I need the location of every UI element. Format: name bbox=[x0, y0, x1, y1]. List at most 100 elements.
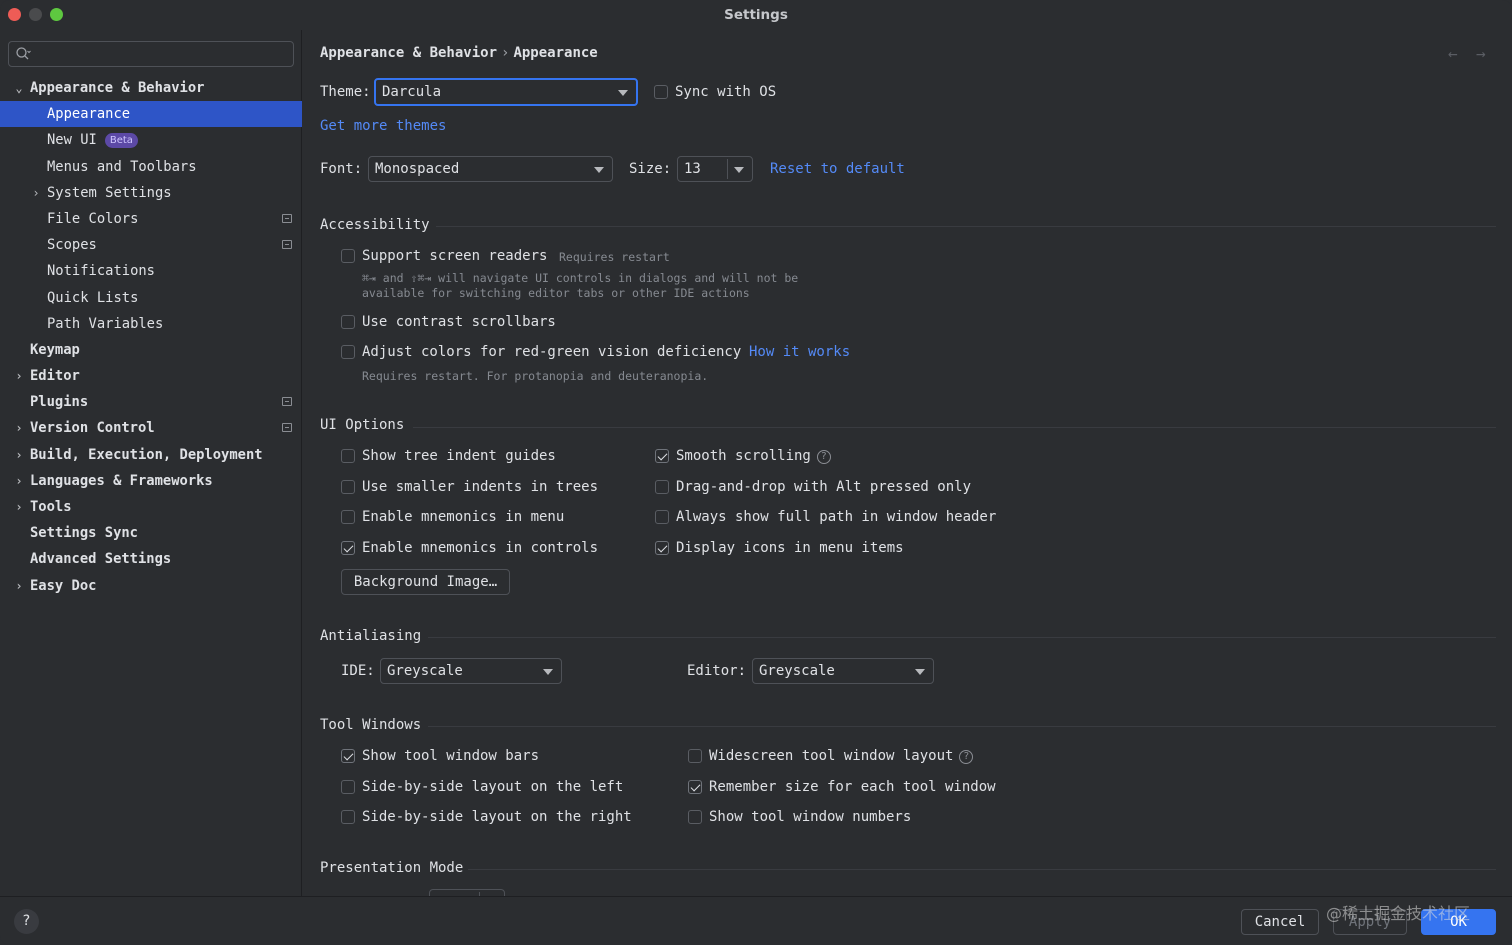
tree-indent-guides-checkbox[interactable] bbox=[341, 449, 355, 463]
background-image-button[interactable]: Background Image… bbox=[341, 569, 510, 595]
smooth-scrolling-checkbox[interactable] bbox=[655, 449, 669, 463]
search-input[interactable] bbox=[8, 41, 294, 67]
cancel-button[interactable]: Cancel bbox=[1241, 909, 1319, 935]
sidebar-item-scopes[interactable]: Scopes bbox=[0, 232, 302, 258]
sidebar-item-tools[interactable]: › Tools bbox=[0, 494, 302, 520]
contrast-scrollbars-label[interactable]: Use contrast scrollbars bbox=[362, 314, 556, 330]
tool-window-numbers-checkbox[interactable] bbox=[688, 810, 702, 824]
chevron-right-icon[interactable]: › bbox=[13, 468, 25, 494]
smaller-indents-checkbox[interactable] bbox=[341, 480, 355, 494]
drag-drop-alt-checkbox[interactable] bbox=[655, 480, 669, 494]
smaller-indents-label[interactable]: Use smaller indents in trees bbox=[362, 479, 598, 495]
screen-readers-checkbox[interactable] bbox=[341, 249, 355, 263]
sidebar-item-languages-frameworks[interactable]: › Languages & Frameworks bbox=[0, 468, 302, 494]
mnemonics-controls-label[interactable]: Enable mnemonics in controls bbox=[362, 540, 598, 556]
font-size-value[interactable]: 13 bbox=[684, 161, 701, 177]
project-level-icon bbox=[282, 240, 292, 250]
chevron-right-icon[interactable]: › bbox=[30, 180, 42, 206]
sidebar-item-editor[interactable]: › Editor bbox=[0, 363, 302, 389]
sidebar-item-advanced-settings[interactable]: Advanced Settings bbox=[0, 546, 302, 572]
project-level-icon bbox=[282, 423, 292, 433]
side-by-side-right-label[interactable]: Side-by-side layout on the right bbox=[362, 809, 632, 825]
settings-sidebar: ⌄ Appearance & Behavior Appearance New U… bbox=[0, 30, 302, 896]
sync-with-os-label[interactable]: Sync with OS bbox=[675, 84, 776, 100]
reset-to-default-link[interactable]: Reset to default bbox=[770, 161, 905, 177]
help-icon[interactable]: ? bbox=[959, 750, 974, 764]
side-by-side-left-label[interactable]: Side-by-side layout on the left bbox=[362, 779, 623, 795]
sidebar-item-quick-lists[interactable]: Quick Lists bbox=[0, 285, 302, 311]
get-more-themes-link[interactable]: Get more themes bbox=[320, 118, 446, 134]
sidebar-item-notifications[interactable]: Notifications bbox=[0, 258, 302, 284]
menu-icons-checkbox[interactable] bbox=[655, 541, 669, 555]
presentation-font-size-combo[interactable] bbox=[429, 889, 505, 896]
mnemonics-menu-label[interactable]: Enable mnemonics in menu bbox=[362, 509, 564, 525]
chevron-down-icon bbox=[594, 167, 604, 173]
theme-select[interactable]: Darcula bbox=[374, 78, 638, 106]
how-it-works-link[interactable]: How it works bbox=[749, 344, 850, 360]
mnemonics-menu-checkbox[interactable] bbox=[341, 510, 355, 524]
font-label: Font: bbox=[320, 161, 363, 177]
section-divider bbox=[468, 869, 1496, 870]
chevron-down-icon bbox=[618, 90, 628, 96]
ui-options-section-title: UI Options bbox=[320, 417, 405, 433]
sidebar-item-build-execution-deployment[interactable]: › Build, Execution, Deployment bbox=[0, 442, 302, 468]
section-divider bbox=[436, 226, 1496, 227]
full-path-header-checkbox[interactable] bbox=[655, 510, 669, 524]
dialog-footer: ? Cancel Apply OK @稀土掘金技术社区 bbox=[0, 896, 1512, 945]
help-icon[interactable]: ? bbox=[816, 450, 831, 464]
sidebar-item-new-ui[interactable]: New UI Beta bbox=[0, 127, 302, 153]
chevron-right-icon[interactable]: › bbox=[13, 573, 25, 599]
chevron-down-icon[interactable] bbox=[734, 167, 744, 173]
mnemonics-controls-checkbox[interactable] bbox=[341, 541, 355, 555]
contrast-scrollbars-checkbox[interactable] bbox=[341, 315, 355, 329]
sidebar-item-appearance-behavior[interactable]: ⌄ Appearance & Behavior bbox=[0, 75, 302, 101]
tool-window-bars-label[interactable]: Show tool window bars bbox=[362, 748, 539, 764]
chevron-right-icon[interactable]: › bbox=[13, 415, 25, 441]
sidebar-item-appearance[interactable]: Appearance bbox=[0, 101, 302, 128]
remember-size-checkbox[interactable] bbox=[688, 780, 702, 794]
screen-readers-label[interactable]: Support screen readers bbox=[362, 248, 547, 264]
color-deficiency-checkbox[interactable] bbox=[341, 345, 355, 359]
breadcrumb-parent[interactable]: Appearance & Behavior bbox=[320, 45, 497, 61]
chevron-right-icon[interactable]: › bbox=[13, 494, 25, 520]
sidebar-item-menus-toolbars[interactable]: Menus and Toolbars bbox=[0, 154, 302, 180]
sidebar-item-easy-doc[interactable]: › Easy Doc bbox=[0, 573, 302, 599]
chevron-down-icon[interactable]: ⌄ bbox=[13, 75, 25, 101]
side-by-side-right-checkbox[interactable] bbox=[341, 810, 355, 824]
sidebar-item-file-colors[interactable]: File Colors bbox=[0, 206, 302, 232]
tool-window-bars-checkbox[interactable] bbox=[341, 749, 355, 763]
side-by-side-left-checkbox[interactable] bbox=[341, 780, 355, 794]
tool-windows-section-title: Tool Windows bbox=[320, 717, 422, 733]
sidebar-item-keymap[interactable]: Keymap bbox=[0, 337, 302, 363]
sync-with-os-checkbox[interactable] bbox=[654, 85, 668, 99]
help-button[interactable]: ? bbox=[14, 909, 39, 934]
ide-antialiasing-select[interactable]: Greyscale bbox=[380, 658, 562, 684]
requires-restart-hint: Requires restart bbox=[559, 250, 670, 264]
editor-antialiasing-select[interactable]: Greyscale bbox=[752, 658, 934, 684]
remember-size-label[interactable]: Remember size for each tool window bbox=[709, 779, 996, 795]
sidebar-item-system-settings[interactable]: › System Settings bbox=[0, 180, 302, 206]
font-select[interactable]: Monospaced bbox=[368, 156, 613, 182]
sidebar-item-path-variables[interactable]: Path Variables bbox=[0, 311, 302, 337]
breadcrumb-separator: › bbox=[501, 45, 510, 61]
chevron-right-icon[interactable]: › bbox=[13, 442, 25, 468]
sidebar-item-settings-sync[interactable]: Settings Sync bbox=[0, 520, 302, 546]
sidebar-item-plugins[interactable]: Plugins bbox=[0, 389, 302, 415]
full-path-header-label[interactable]: Always show full path in window header bbox=[676, 509, 996, 525]
tool-window-numbers-label[interactable]: Show tool window numbers bbox=[709, 809, 911, 825]
project-level-icon bbox=[282, 213, 292, 223]
arrow-right-icon[interactable]: → bbox=[1476, 44, 1486, 63]
widescreen-layout-checkbox[interactable] bbox=[688, 749, 702, 763]
smooth-scrolling-label[interactable]: Smooth scrolling? bbox=[676, 448, 831, 464]
settings-tree: ⌄ Appearance & Behavior Appearance New U… bbox=[0, 75, 302, 599]
font-size-combo[interactable]: 13 bbox=[677, 156, 753, 182]
widescreen-layout-label[interactable]: Widescreen tool window layout? bbox=[709, 748, 974, 764]
color-deficiency-label[interactable]: Adjust colors for red-green vision defic… bbox=[362, 344, 741, 360]
menu-icons-label[interactable]: Display icons in menu items bbox=[676, 540, 904, 556]
chevron-right-icon[interactable]: › bbox=[13, 363, 25, 389]
drag-drop-alt-label[interactable]: Drag-and-drop with Alt pressed only bbox=[676, 479, 971, 495]
chevron-down-icon bbox=[543, 669, 553, 675]
arrow-left-icon[interactable]: ← bbox=[1448, 44, 1458, 63]
sidebar-item-version-control[interactable]: › Version Control bbox=[0, 415, 302, 441]
tree-indent-guides-label[interactable]: Show tree indent guides bbox=[362, 448, 556, 464]
